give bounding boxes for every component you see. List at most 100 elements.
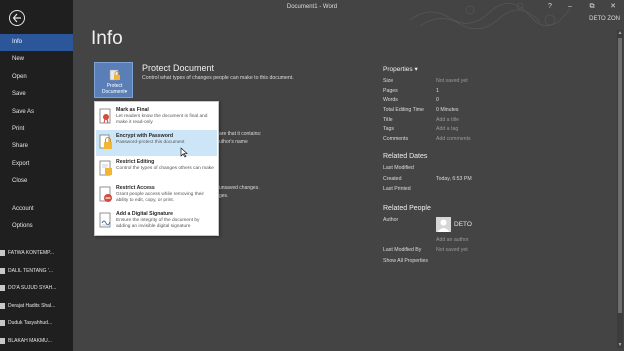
prop-label: Author — [383, 217, 399, 223]
tags-field[interactable]: Add a tag — [436, 126, 458, 132]
prop-label: Last Modified — [383, 165, 414, 171]
nav-open[interactable]: Open — [0, 69, 73, 86]
backstage-sidebar: Info New Open Save Save As Print Share E… — [0, 0, 73, 351]
prop-value: Not saved yet — [436, 78, 468, 84]
nav-account[interactable]: Account — [0, 201, 73, 218]
prop-label: Last Printed — [383, 186, 411, 192]
vertical-scrollbar[interactable]: ▲ ▼ — [617, 30, 623, 348]
recent-document[interactable]: Derajat Hadits Shal... — [0, 298, 73, 314]
protect-button-label-2: Document — [101, 89, 125, 95]
title-field[interactable]: Add a title — [436, 117, 459, 123]
person-icon — [437, 219, 450, 232]
account-name[interactable]: DETO ZON — [589, 16, 620, 22]
nav-share[interactable]: Share — [0, 138, 73, 155]
nav-close[interactable]: Close — [0, 173, 73, 190]
prop-label: Title — [383, 117, 393, 123]
document-icon — [0, 268, 5, 274]
protect-section-title: Protect Document — [142, 63, 215, 73]
nav-new[interactable]: New — [0, 51, 73, 68]
menu-item-desc: Control the types of changes others can … — [116, 166, 214, 171]
prop-value: Not saved yet — [436, 247, 468, 253]
menu-item-desc: Password-protect this document — [116, 140, 185, 145]
encrypt-lock-icon — [99, 134, 112, 149]
properties-caret-icon: ▾ — [414, 66, 418, 73]
recent-document[interactable]: Duduk Tasyahhud... — [0, 315, 73, 331]
recent-document[interactable]: DALIL TENTANG '... — [0, 263, 73, 279]
prop-label: Words — [383, 97, 398, 103]
nav-options[interactable]: Options — [0, 218, 73, 235]
menu-item-desc: Grant people access while removing their… — [116, 192, 204, 203]
prop-label: Comments — [383, 136, 409, 142]
minimize-button[interactable]: – — [563, 2, 577, 12]
menu-mark-as-final[interactable]: Mark as Final Let readers know the docum… — [96, 104, 217, 130]
scroll-up-icon[interactable]: ▲ — [617, 30, 623, 36]
menu-item-title: Restrict Editing — [116, 159, 155, 165]
window-title: Document1 - Word — [286, 4, 338, 10]
scroll-down-icon[interactable]: ▼ — [617, 342, 623, 348]
recent-document[interactable]: FATWA KONTEMP... — [0, 245, 73, 261]
menu-item-desc: Ensure the integrity of the document by … — [116, 218, 200, 229]
prop-label: Total Editing Time — [383, 107, 424, 113]
prop-label: Last Modified By — [383, 247, 422, 253]
nav-export[interactable]: Export — [0, 156, 73, 173]
digital-signature-icon — [99, 212, 111, 228]
versions-text-1: unsaved changes. — [219, 185, 260, 191]
prop-label: Created — [383, 176, 402, 182]
restrict-editing-icon — [99, 160, 112, 176]
show-all-properties-link[interactable]: Show All Properties — [383, 258, 428, 264]
nav-save[interactable]: Save — [0, 86, 73, 103]
avatar — [436, 217, 451, 232]
inspect-text-1: are that it contains: — [219, 131, 262, 137]
mark-final-icon — [99, 108, 111, 124]
menu-restrict-access[interactable]: Restrict Access Grant people access whil… — [96, 182, 217, 208]
nav-info[interactable]: Info — [0, 34, 73, 51]
recent-document[interactable]: DO'A SUJUD SYAH... — [0, 280, 73, 296]
document-icon — [0, 250, 5, 256]
document-icon — [0, 338, 5, 344]
protect-section-description: Control what types of changes people can… — [142, 75, 294, 81]
menu-encrypt-with-password[interactable]: Encrypt with Password Password-protect t… — [96, 130, 217, 156]
add-author-link[interactable]: Add an author — [436, 237, 469, 243]
properties-header: Properties — [383, 66, 413, 73]
restore-button[interactable]: ⧉ — [585, 2, 599, 12]
comments-field[interactable]: Add comments — [436, 136, 471, 142]
scroll-thumb[interactable] — [618, 38, 622, 313]
menu-item-desc: Let readers know the document is final a… — [116, 114, 208, 125]
recent-document[interactable]: BLAKAH MAKMU... — [0, 333, 73, 349]
menu-restrict-editing[interactable]: Restrict Editing Control the types of ch… — [96, 156, 217, 182]
back-button[interactable] — [9, 10, 25, 26]
nav-save-as[interactable]: Save As — [0, 104, 73, 121]
protect-document-menu: Mark as Final Let readers know the docum… — [94, 101, 219, 236]
related-people-title: Related People — [383, 205, 431, 212]
menu-item-title: Encrypt with Password — [116, 133, 174, 139]
menu-item-title: Restrict Access — [116, 185, 155, 191]
author-name[interactable]: DETO — [454, 221, 472, 228]
page-title: Info — [91, 28, 123, 49]
menu-item-title: Mark as Final — [116, 107, 149, 113]
menu-add-digital-signature[interactable]: Add a Digital Signature Ensure the integ… — [96, 208, 217, 234]
back-arrow-icon — [12, 13, 21, 23]
protect-document-button[interactable]: Protect Document▾ — [94, 62, 133, 98]
related-dates-title: Related Dates — [383, 153, 428, 160]
mouse-cursor-icon — [180, 147, 188, 158]
help-button[interactable]: ? — [543, 2, 557, 12]
prop-value: 0 — [436, 97, 439, 103]
prop-label: Tags — [383, 126, 394, 132]
properties-dropdown[interactable]: Properties ▾ — [383, 65, 418, 73]
prop-value: Today, 6:53 PM — [436, 176, 472, 182]
close-window-button[interactable]: ✕ — [606, 2, 620, 12]
document-icon — [0, 303, 5, 309]
prop-value: 1 — [436, 88, 439, 94]
prop-label: Size — [383, 78, 394, 84]
versions-text-2: ges. — [219, 193, 229, 199]
inspect-text-2: uthor's name — [219, 139, 248, 145]
document-icon — [0, 320, 5, 326]
dropdown-caret-icon: ▾ — [124, 89, 128, 95]
menu-item-title: Add a Digital Signature — [116, 211, 174, 217]
document-icon — [0, 285, 5, 291]
lock-document-icon — [109, 69, 120, 81]
prop-label: Pages — [383, 88, 398, 94]
restrict-access-icon — [99, 186, 112, 202]
prop-value: 0 Minutes — [436, 107, 459, 113]
nav-print[interactable]: Print — [0, 121, 73, 138]
